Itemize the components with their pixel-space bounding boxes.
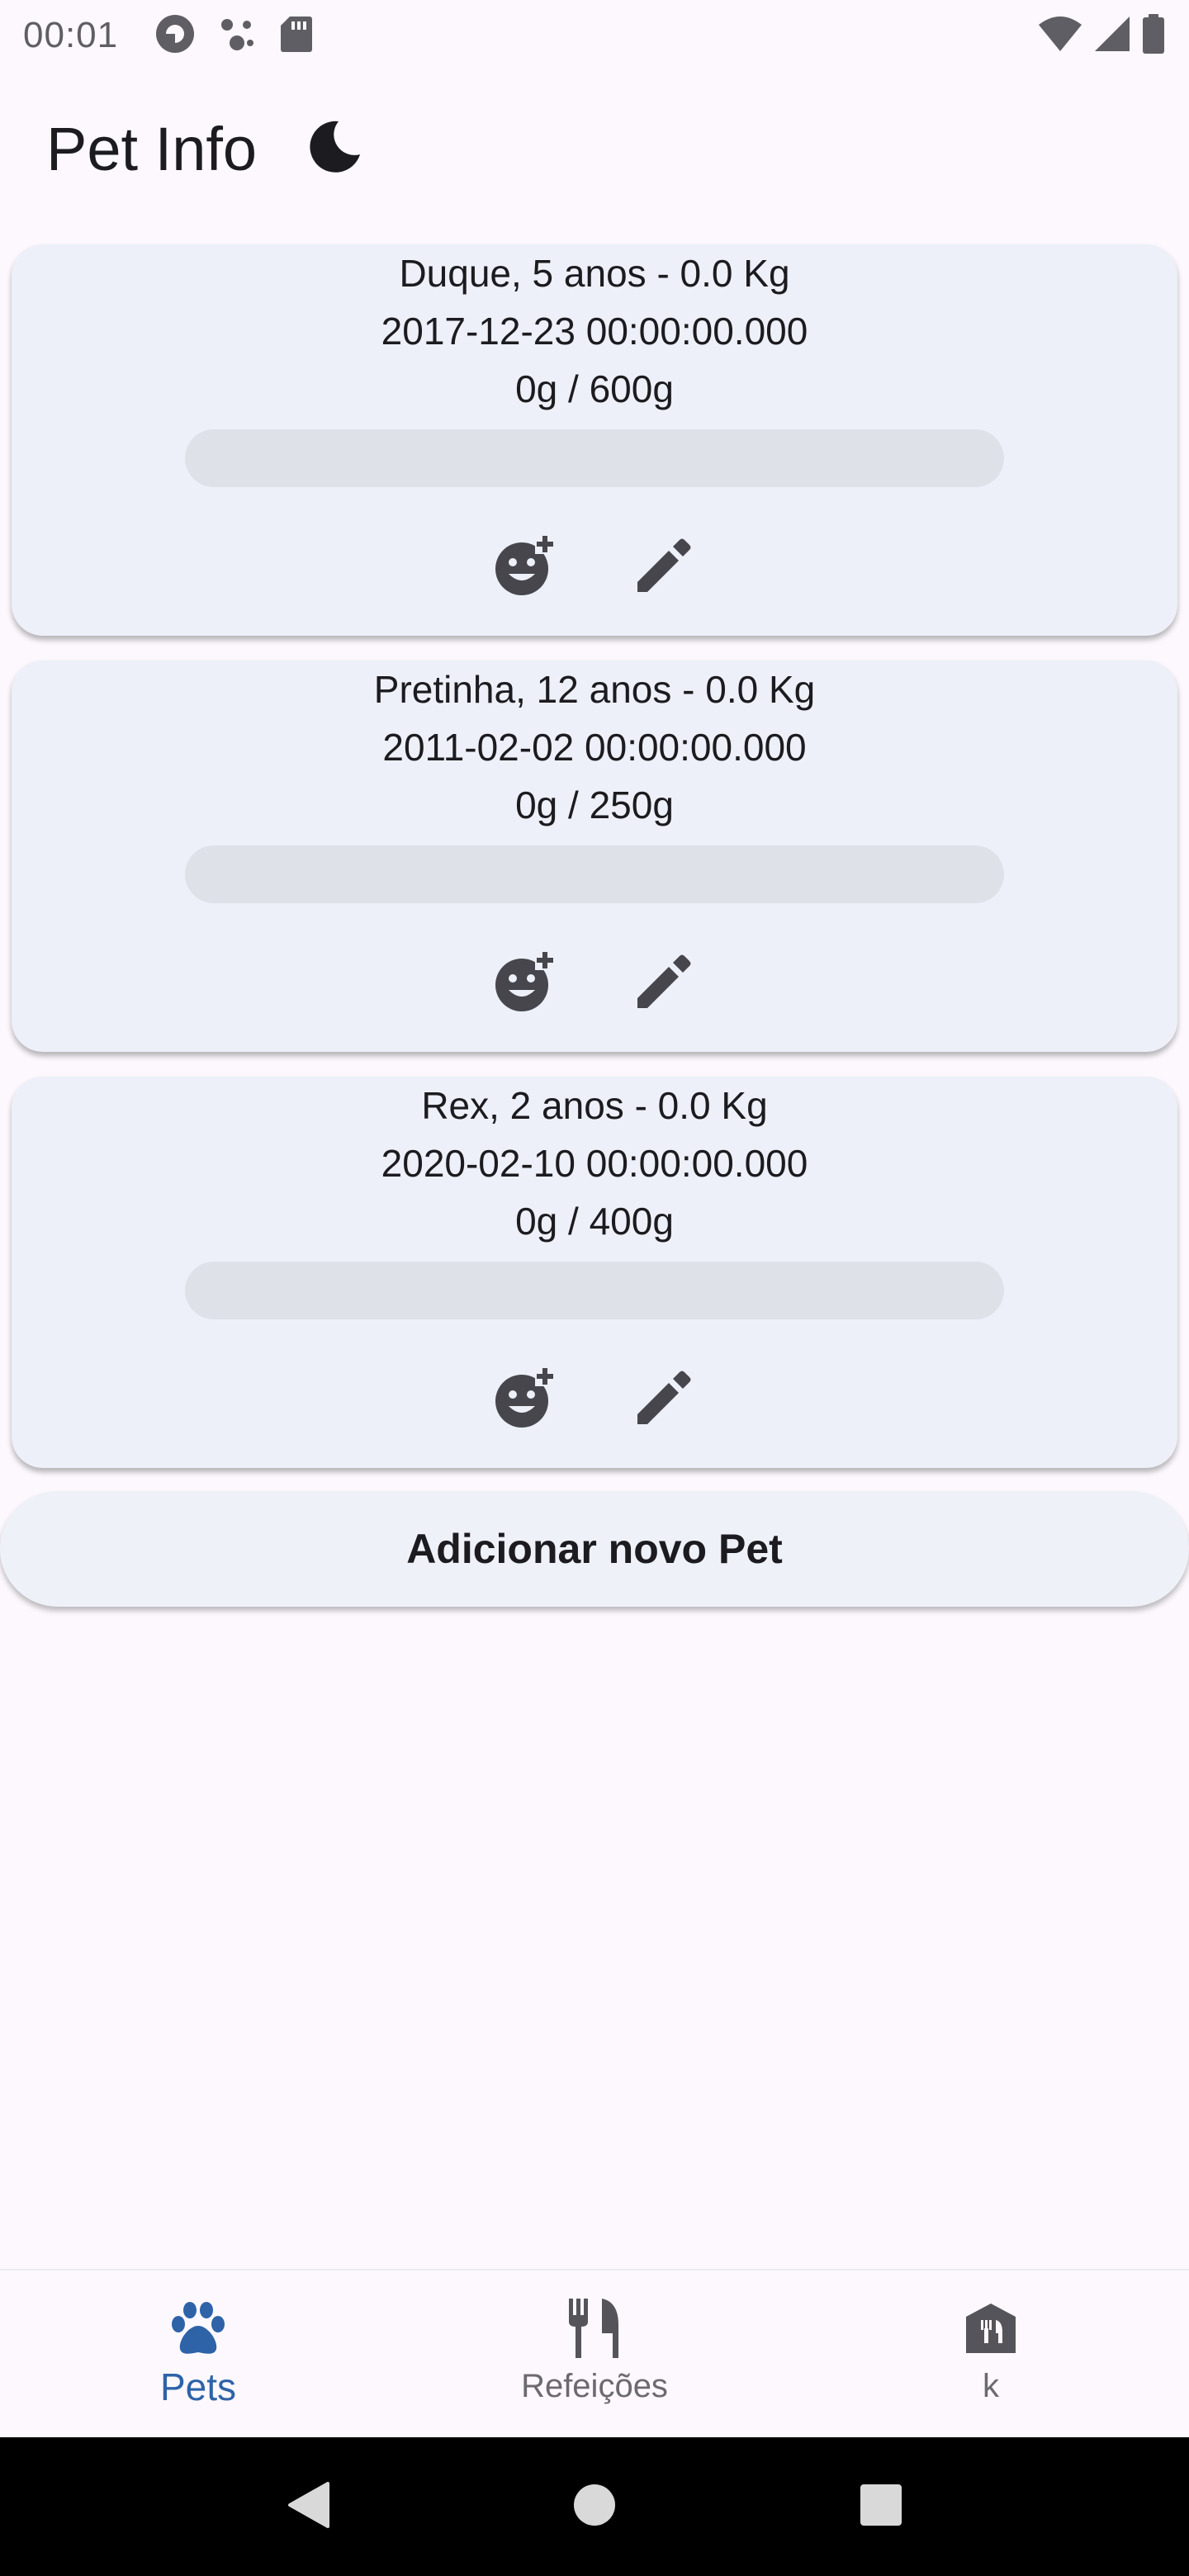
add-pet-button[interactable]: Adicionar novo Pet	[0, 1491, 1189, 1607]
pet-card: Duque, 5 anos - 0.0 Kg 2017-12-23 00:00:…	[12, 244, 1177, 636]
nav-item-pets[interactable]: Pets	[0, 2271, 396, 2437]
moon-icon	[306, 118, 363, 180]
paw-icon	[161, 2295, 235, 2361]
sd-card-icon	[280, 15, 313, 57]
edit-pet-button[interactable]	[631, 534, 697, 600]
app-header: Pet Info	[46, 107, 367, 190]
pet-birth-date: 2017-12-23 00:00:00.000	[381, 310, 808, 353]
food-progress-bar	[185, 1262, 1004, 1319]
nav-label-pets: Pets	[159, 2365, 237, 2408]
nav-label-k: k	[983, 2368, 999, 2404]
pet-birth-date: 2011-02-02 00:00:00.000	[382, 726, 807, 769]
edit-pencil-icon	[634, 1368, 694, 1432]
pet-card: Pretinha, 12 anos - 0.0 Kg 2011-02-02 00…	[12, 661, 1177, 1052]
add-reaction-icon	[492, 533, 558, 603]
pocket-casts-icon	[154, 13, 196, 59]
back-button[interactable]	[279, 2478, 337, 2536]
bottom-navigation: Pets Refeições k	[0, 2269, 1189, 2437]
add-reaction-icon	[492, 949, 558, 1019]
wifi-icon	[1037, 15, 1083, 57]
pet-food-amount: 0g / 400g	[515, 1200, 674, 1243]
recents-square-icon	[858, 2482, 904, 2532]
pet-food-amount: 0g / 600g	[515, 367, 674, 410]
food-progress-bar	[185, 429, 1004, 487]
status-bar: 00:01	[0, 0, 1189, 71]
signal-icon	[1093, 15, 1131, 57]
recents-button[interactable]	[852, 2478, 910, 2536]
add-meal-button[interactable]	[492, 533, 558, 603]
nav-item-k[interactable]: k	[793, 2271, 1189, 2437]
nav-item-refeicoes[interactable]: Refeições	[396, 2271, 793, 2437]
restaurant-icon	[557, 2295, 632, 2361]
card-actions	[12, 530, 1177, 604]
theme-toggle-button[interactable]	[301, 116, 367, 182]
edit-pencil-icon	[634, 536, 694, 599]
add-meal-button[interactable]	[492, 1366, 558, 1432]
card-actions	[12, 946, 1177, 1020]
edit-pet-button[interactable]	[631, 1366, 697, 1432]
add-reaction-icon	[492, 1365, 558, 1435]
system-navigation-bar	[0, 2437, 1189, 2576]
pet-food-amount: 0g / 250g	[515, 784, 674, 826]
back-triangle-icon	[285, 2480, 331, 2534]
pet-title: Rex, 2 anos - 0.0 Kg	[421, 1084, 768, 1127]
app-screen: 00:01 Pet Info Duque, 5 anos - 0.0 Kg 20…	[0, 0, 1189, 2576]
pet-birth-date: 2020-02-10 00:00:00.000	[381, 1142, 808, 1185]
edit-pencil-icon	[634, 952, 694, 1016]
pet-card: Rex, 2 anos - 0.0 Kg 2020-02-10 00:00:00…	[12, 1077, 1177, 1468]
system-status-icons	[1037, 13, 1166, 59]
status-time: 00:01	[23, 15, 119, 55]
pet-title: Pretinha, 12 anos - 0.0 Kg	[373, 668, 816, 711]
battery-icon	[1141, 13, 1166, 59]
nav-label-refeicoes: Refeições	[521, 2368, 668, 2404]
page-title: Pet Info	[46, 114, 258, 183]
home-button[interactable]	[566, 2478, 623, 2536]
notification-icons	[154, 13, 313, 59]
dots-app-icon	[217, 13, 258, 59]
edit-pet-button[interactable]	[631, 950, 697, 1016]
pet-title: Duque, 5 anos - 0.0 Kg	[399, 252, 790, 295]
food-progress-bar	[185, 845, 1004, 903]
card-actions	[12, 1362, 1177, 1437]
add-meal-button[interactable]	[492, 949, 558, 1019]
home-circle-icon	[571, 2482, 618, 2532]
house-food-icon	[954, 2295, 1028, 2361]
